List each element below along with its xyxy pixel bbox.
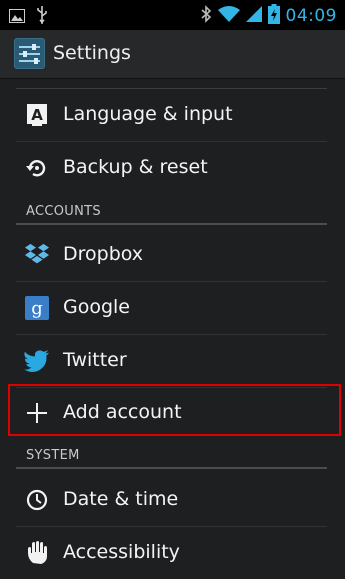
bluetooth-icon xyxy=(200,5,212,27)
settings-item-label: Language & input xyxy=(63,103,233,125)
dropbox-icon xyxy=(24,242,50,268)
svg-text:g: g xyxy=(31,298,43,319)
keyboard-a-icon: A xyxy=(24,102,50,128)
settings-item-twitter[interactable]: Twitter xyxy=(0,335,345,387)
usb-icon xyxy=(35,6,49,28)
section-header-system: SYSTEM xyxy=(26,448,80,463)
page-title: Settings xyxy=(53,42,131,64)
wifi-icon xyxy=(217,5,240,27)
svg-text:A: A xyxy=(31,106,43,124)
settings-item-dropbox[interactable]: Dropbox xyxy=(0,229,345,281)
settings-item-label: Google xyxy=(63,296,131,318)
settings-app-icon[interactable] xyxy=(14,38,45,69)
picture-icon xyxy=(9,8,25,27)
clock-icon xyxy=(24,487,50,513)
backup-reset-icon xyxy=(24,155,50,181)
settings-item-date-time[interactable]: Date & time xyxy=(0,474,345,526)
settings-item-language-input[interactable]: A Language & input xyxy=(0,89,345,141)
twitter-bird-icon xyxy=(24,348,50,374)
section-divider xyxy=(16,467,327,469)
settings-item-label: Backup & reset xyxy=(63,156,208,178)
clock-time: 04:09 xyxy=(285,6,337,26)
hand-icon xyxy=(24,540,50,566)
settings-item-label: Twitter xyxy=(63,349,127,371)
settings-item-label: Accessibility xyxy=(63,541,180,563)
signal-icon xyxy=(245,5,262,27)
settings-item-accessibility[interactable]: Accessibility xyxy=(0,527,345,579)
battery-icon xyxy=(267,4,280,28)
section-divider xyxy=(16,223,327,225)
action-bar: Settings xyxy=(0,30,345,79)
settings-item-label: Date & time xyxy=(63,488,179,510)
settings-item-label: Dropbox xyxy=(63,243,144,265)
settings-item-google[interactable]: g Google xyxy=(0,282,345,334)
section-header-accounts: ACCOUNTS xyxy=(26,204,101,219)
status-bar: 04:09 xyxy=(0,0,345,30)
highlight-box xyxy=(8,384,341,436)
settings-item-backup-reset[interactable]: Backup & reset xyxy=(0,142,345,194)
google-g-icon: g xyxy=(24,295,50,321)
